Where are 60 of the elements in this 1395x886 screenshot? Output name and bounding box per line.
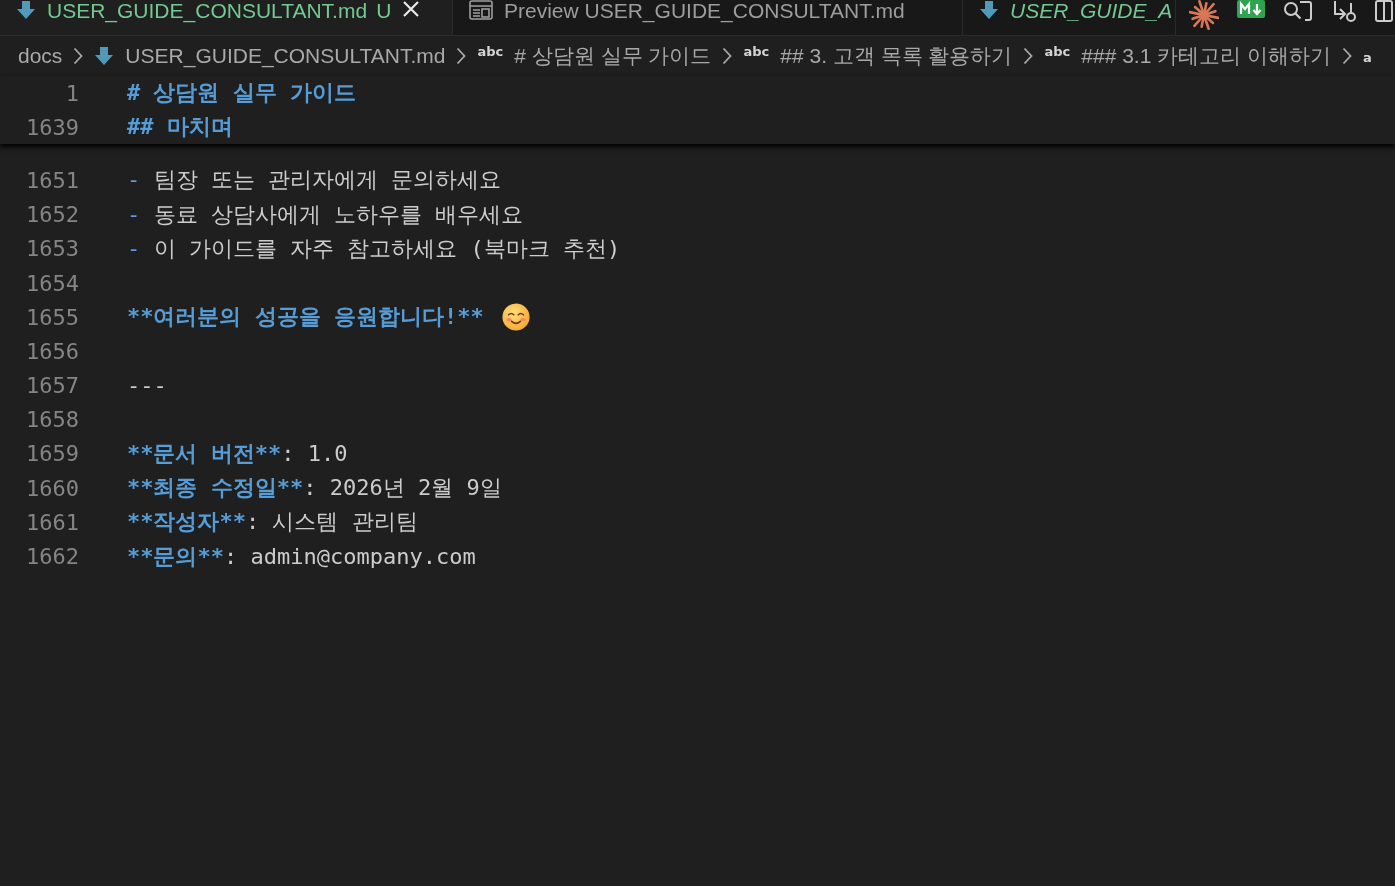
- down-arrow-icon: [94, 46, 115, 66]
- string-symbol: abc: [743, 44, 770, 59]
- search-button[interactable]: [1283, 0, 1313, 22]
- search-icon: [1283, 0, 1313, 22]
- git-status: U: [376, 0, 392, 21]
- string-symbol: abc: [477, 44, 504, 59]
- breadcrumb-item[interactable]: USER_GUIDE_CONSULTANT.md: [94, 44, 446, 68]
- down-arrow-icon: [16, 0, 36, 20]
- line-number: 1654: [25, 270, 79, 296]
- smiling-face-icon: [501, 303, 530, 332]
- line-number: 1660: [25, 475, 79, 501]
- git-compare-icon: [1331, 0, 1357, 24]
- line-number: 1659: [25, 441, 79, 467]
- line-number: 1653: [25, 236, 79, 262]
- code-line: ## 마치며: [127, 113, 233, 142]
- split-editor-button[interactable]: [1375, 0, 1393, 22]
- tab-label: Preview USER_GUIDE_CONSULTANT.md: [504, 0, 905, 21]
- chevron-right-icon: [722, 47, 733, 65]
- preview-icon: [469, 0, 493, 20]
- code-line: **문의**: admin@company.com: [127, 542, 476, 571]
- line-number: 1655: [25, 304, 79, 330]
- breadcrumb-item[interactable]: abc # 상담원 실무 가이드: [477, 42, 712, 70]
- chevron-right-icon: [73, 47, 84, 65]
- split-editor-icon: [1375, 0, 1393, 22]
- close-icon[interactable]: [402, 0, 421, 18]
- git-compare-button[interactable]: [1331, 0, 1357, 24]
- tab-label: USER_GUIDE_CONSULTANT.md: [47, 0, 368, 21]
- code-line: - 동료 상담사에게 노하우를 배우세요: [127, 200, 524, 229]
- code-line: **여러분의 성공을 응원합니다!**: [127, 303, 484, 332]
- markdown-icon: [1237, 0, 1265, 18]
- code-line: **최종 수정일**: 2026년 2월 9일: [127, 474, 502, 503]
- editor-tab[interactable]: USER_GUIDE_CONSULTANT.md U: [0, 0, 453, 35]
- code-line: # 상담원 실무 가이드: [127, 79, 356, 108]
- chevron-right-icon: [456, 47, 467, 65]
- sparkle-icon: [1189, 0, 1219, 30]
- markdown-button[interactable]: [1237, 0, 1265, 18]
- line-number: 1658: [25, 407, 79, 433]
- line-number: 1651: [25, 167, 79, 193]
- chevron-right-icon: [1023, 47, 1034, 65]
- breadcrumb-item[interactable]: abc ## 3. 고객 목록 활용하기: [743, 42, 1013, 70]
- code-line: **작성자**: 시스템 관리팀: [127, 508, 418, 537]
- code-line: - 이 가이드를 자주 참고하세요 (북마크 추천): [127, 234, 621, 263]
- line-number: 1652: [25, 202, 79, 228]
- string-symbol: abc: [1044, 44, 1071, 59]
- line-number: 1662: [25, 544, 79, 570]
- code-line: **문서 버전**: 1.0: [127, 439, 348, 468]
- breadcrumb-item[interactable]: docs: [18, 44, 63, 68]
- line-number: 1657: [25, 373, 79, 399]
- sparkle-button[interactable]: [1189, 0, 1219, 30]
- line-number: 1656: [25, 338, 79, 364]
- down-arrow-icon: [979, 0, 999, 20]
- chevron-right-icon: [1342, 47, 1352, 65]
- line-number: 1639: [25, 114, 79, 140]
- breadcrumb-item[interactable]: a: [1363, 47, 1372, 65]
- line-number: 1: [64, 80, 79, 106]
- line-number: 1661: [25, 509, 79, 535]
- breadcrumb-item[interactable]: abc ### 3.1 카테고리 이해하기: [1044, 42, 1331, 70]
- tab-label: USER_GUIDE_A: [1010, 0, 1173, 21]
- code-line: - 팀장 또는 관리자에게 문의하세요: [127, 166, 502, 195]
- code-line: ---: [127, 373, 167, 399]
